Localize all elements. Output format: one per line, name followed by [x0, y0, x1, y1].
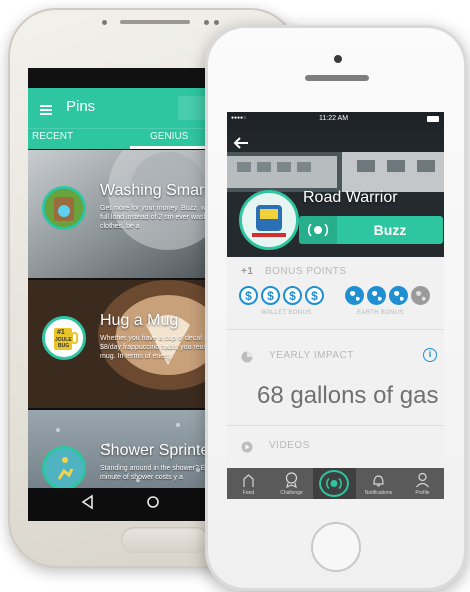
menu-icon[interactable]	[40, 102, 52, 115]
page-title: Pins	[66, 98, 96, 115]
dollar-coin-icon: $	[305, 286, 324, 305]
impact-value: 68 gallons of gas	[257, 382, 439, 409]
card-title: Washing Smart	[100, 182, 209, 199]
earth-coin-icon	[345, 286, 364, 305]
section-header: VIDEOS	[269, 440, 310, 451]
android-status-bar	[28, 68, 228, 88]
section-header: YEARLY IMPACT	[269, 350, 354, 361]
yearly-impact-section: YEARLY IMPACT i	[227, 330, 444, 426]
android-screen: Pins RECENT GENIUS Washing Smart Get mor…	[28, 68, 228, 521]
pie-chart-icon	[241, 350, 253, 368]
bonus-points-section: +1 BONUS POINTS $ $ $ $ WALLET BONUS EAR…	[227, 260, 444, 328]
play-icon	[241, 440, 253, 458]
badge-rank: #1	[57, 329, 65, 336]
tab-notifications[interactable]: Notifications	[357, 468, 400, 499]
bonus-prefix: +1	[241, 266, 254, 277]
tab-buzz[interactable]	[313, 468, 356, 499]
dollar-coin-icon: $	[261, 286, 280, 305]
buzz-label: Buzz	[373, 222, 407, 238]
mug-badge-icon: #1 JOULE BUG	[42, 316, 86, 360]
washer-badge-icon	[42, 186, 86, 230]
info-icon[interactable]: i	[423, 348, 437, 362]
back-icon[interactable]	[80, 494, 94, 515]
android-sensor	[214, 20, 219, 25]
earth-coin-icon	[389, 286, 408, 305]
train-badge-icon	[239, 190, 299, 250]
battery-icon	[427, 116, 439, 122]
wallet-bonus-label: WALLET BONUS	[261, 310, 312, 316]
buzz-button[interactable]: Buzz	[299, 216, 443, 244]
pin-card-hug-a-mug[interactable]: #1 JOULE BUG Hug a Mug Whether you have …	[28, 280, 228, 408]
ios-status-bar: ●●●●○ 11:22 AM	[227, 112, 444, 126]
tab-label: Notifications	[364, 490, 393, 496]
android-sensor	[204, 20, 209, 25]
videos-section[interactable]: VIDEOS	[227, 426, 444, 468]
tab-challenge[interactable]: Challenge	[270, 468, 313, 499]
card-title: Hug a Mug	[100, 312, 179, 329]
iphone-camera	[334, 55, 342, 63]
iphone: ●●●●○ 11:22 AM Road Warrior Buzz +1 BONU…	[205, 25, 467, 591]
tab-feed[interactable]: Feed	[227, 468, 270, 499]
section-header: BONUS POINTS	[265, 266, 347, 277]
earth-bonus-label: EARTH BONUS	[357, 310, 404, 316]
android-speaker	[120, 20, 190, 24]
tab-label: Feed	[242, 490, 255, 496]
iphone-speaker	[305, 75, 369, 81]
badge-text: BUG	[58, 343, 70, 349]
earth-coin-empty-icon	[411, 286, 430, 305]
tab-label: Challenge	[280, 490, 303, 496]
tab-profile[interactable]: Profile	[401, 468, 444, 499]
buzz-icon	[299, 216, 337, 244]
iphone-home-button[interactable]	[311, 522, 361, 572]
iphone-screen: ●●●●○ 11:22 AM Road Warrior Buzz +1 BONU…	[227, 112, 444, 499]
android-sensor	[102, 20, 107, 25]
buzz-tab-icon	[319, 470, 349, 497]
signal-icon: ●●●●○	[231, 115, 247, 121]
android-nav-bar	[28, 488, 228, 521]
android-home-button[interactable]	[121, 527, 209, 553]
app-header: Pins	[28, 88, 228, 128]
tab-recent[interactable]: RECENT	[32, 131, 73, 142]
challenge-title: Road Warrior	[303, 189, 398, 206]
dollar-coin-icon: $	[283, 286, 302, 305]
home-icon[interactable]	[146, 494, 160, 515]
card-title: Shower Sprinter	[100, 442, 215, 459]
tab-indicator	[130, 146, 212, 149]
tab-bar: RECENT GENIUS	[28, 128, 228, 149]
pin-card-washing-smart[interactable]: Washing Smart Get more for your money. B…	[28, 150, 228, 278]
back-arrow-icon[interactable]	[233, 136, 249, 154]
dollar-coin-icon: $	[239, 286, 258, 305]
earth-coin-icon	[367, 286, 386, 305]
bottom-tab-bar: Feed Challenge Notifications Profile	[227, 468, 444, 499]
status-time: 11:22 AM	[319, 115, 349, 122]
tab-genius[interactable]: GENIUS	[150, 131, 188, 142]
tab-label: Profile	[415, 490, 430, 496]
runner-badge-icon	[42, 446, 86, 490]
